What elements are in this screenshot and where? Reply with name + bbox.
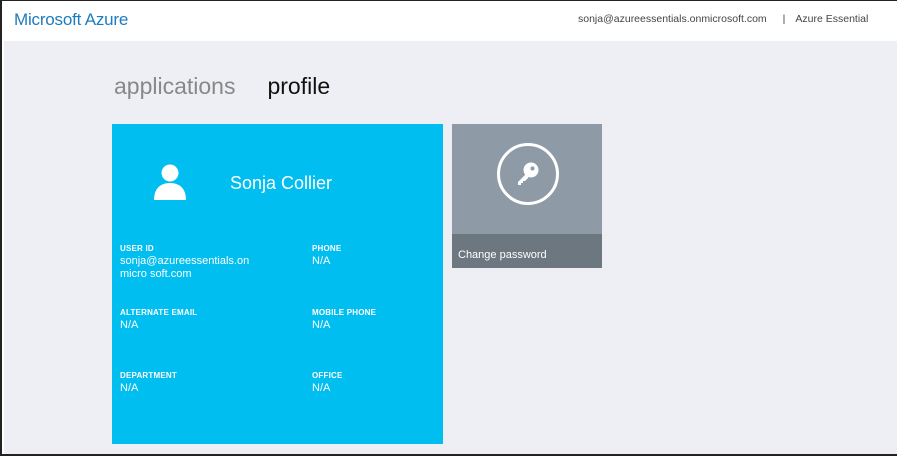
field-value: N/A <box>312 319 331 331</box>
tenant-name[interactable]: Azure Essential <box>795 13 868 25</box>
user-icon <box>154 164 186 200</box>
field-value: N/A <box>120 382 139 394</box>
field-label: ALTERNATE EMAIL <box>120 308 198 317</box>
field-phone: PHONE N/A <box>312 244 341 268</box>
field-label: USER ID <box>120 244 154 253</box>
field-value: sonja@azureessentials.onmicro soft.com <box>120 255 250 280</box>
account-info: sonja@azureessentials.onmicrosoft.com | Az… <box>578 13 868 25</box>
field-user-id: USER ID sonja@azureessentials.onmicro so… <box>120 244 300 281</box>
change-password-label: Change password <box>458 249 547 261</box>
key-icon-circle <box>497 143 559 205</box>
profile-tile: Sonja Collier USER ID sonja@azureessenti… <box>112 124 443 444</box>
field-alternate-email: ALTERNATE EMAIL N/A <box>120 308 197 332</box>
change-password-tile[interactable]: Change password <box>452 124 602 268</box>
tab-profile[interactable]: profile <box>267 73 330 99</box>
top-bar: Microsoft Azure sonja@azureessentials.on… <box>2 1 897 41</box>
page-tabs: applications profile <box>114 73 330 100</box>
field-department: DEPARTMENT N/A <box>120 371 177 395</box>
field-label: DEPARTMENT <box>120 371 177 380</box>
field-value: N/A <box>120 319 139 331</box>
field-label: OFFICE <box>312 371 343 380</box>
field-office: OFFICE N/A <box>312 371 343 395</box>
field-label: MOBILE PHONE <box>312 308 377 317</box>
app-window: Microsoft Azure sonja@azureessentials.on… <box>0 0 897 456</box>
main-content: applications profile Sonja Collier USER I… <box>4 41 897 454</box>
field-value: N/A <box>312 255 331 267</box>
user-email[interactable]: sonja@azureessentials.onmicrosoft.com <box>578 13 767 25</box>
tab-applications[interactable]: applications <box>114 73 235 99</box>
field-value: N/A <box>312 382 331 394</box>
field-mobile-phone: MOBILE PHONE N/A <box>312 308 376 332</box>
user-display-name: Sonja Collier <box>230 173 333 193</box>
header-separator: | <box>782 13 786 25</box>
key-icon <box>518 162 539 185</box>
field-label: PHONE <box>312 244 342 253</box>
change-password-bar: Change password <box>452 234 602 268</box>
brand-logo[interactable]: Microsoft Azure <box>14 10 128 30</box>
